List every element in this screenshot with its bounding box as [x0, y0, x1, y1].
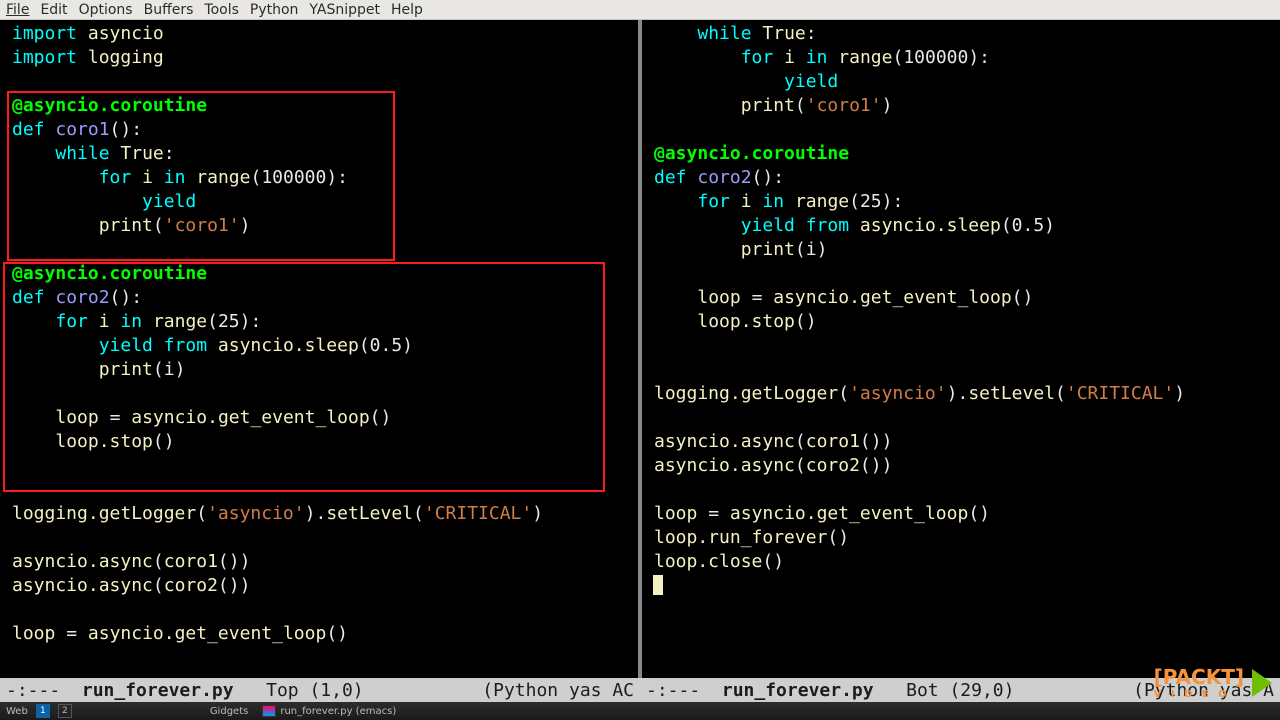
modeline-left: -:--- run_forever.py Top (1,0) (Python y… [0, 678, 640, 702]
emacs-icon [262, 705, 276, 717]
editor-left[interactable]: import asyncio import logging @asyncio.c… [0, 20, 642, 678]
menubar[interactable]: File Edit Options Buffers Tools Python Y… [0, 0, 1280, 20]
taskbar-label: Web [6, 706, 28, 717]
modeline-right-flags: -:--- [646, 680, 700, 701]
code-left[interactable]: import asyncio import logging @asyncio.c… [0, 20, 638, 658]
modeline-left-filename: run_forever.py [82, 680, 234, 701]
modeline-row: -:--- run_forever.py Top (1,0) (Python y… [0, 678, 1280, 702]
taskbar-task-label: run_forever.py (emacs) [280, 706, 396, 717]
taskbar-task-emacs[interactable]: run_forever.py (emacs) [256, 705, 402, 717]
modeline-right-modes: (Python yas A [1133, 680, 1274, 701]
modeline-right-position: Bot (29,0) [906, 680, 1014, 701]
menu-python[interactable]: Python [250, 2, 299, 18]
taskbar[interactable]: Web 1 2 Gidgets run_forever.py (emacs) [0, 702, 1280, 720]
menu-options[interactable]: Options [79, 2, 133, 18]
modeline-left-modes: (Python yas AC [482, 680, 634, 701]
modeline-right-filename: run_forever.py [722, 680, 874, 701]
menu-yasnippet[interactable]: YASnippet [309, 2, 380, 18]
editor-right[interactable]: while True: for i in range(100000): yiel… [642, 20, 1280, 678]
editor-panes: import asyncio import logging @asyncio.c… [0, 20, 1280, 678]
modeline-left-position: Top (1,0) [266, 680, 364, 701]
workspace-1[interactable]: 1 [36, 704, 50, 718]
modeline-left-flags: -:--- [6, 680, 60, 701]
workspace-2[interactable]: 2 [58, 704, 72, 718]
menu-edit[interactable]: Edit [40, 2, 67, 18]
gidgets-label: Gidgets [210, 706, 249, 717]
menu-help[interactable]: Help [391, 2, 423, 18]
menu-tools[interactable]: Tools [204, 2, 239, 18]
modeline-right: -:--- run_forever.py Bot (29,0) (Python … [640, 678, 1280, 702]
menu-file[interactable]: File [6, 2, 29, 18]
code-right[interactable]: while True: for i in range(100000): yiel… [642, 20, 1280, 610]
menu-buffers[interactable]: Buffers [144, 2, 194, 18]
